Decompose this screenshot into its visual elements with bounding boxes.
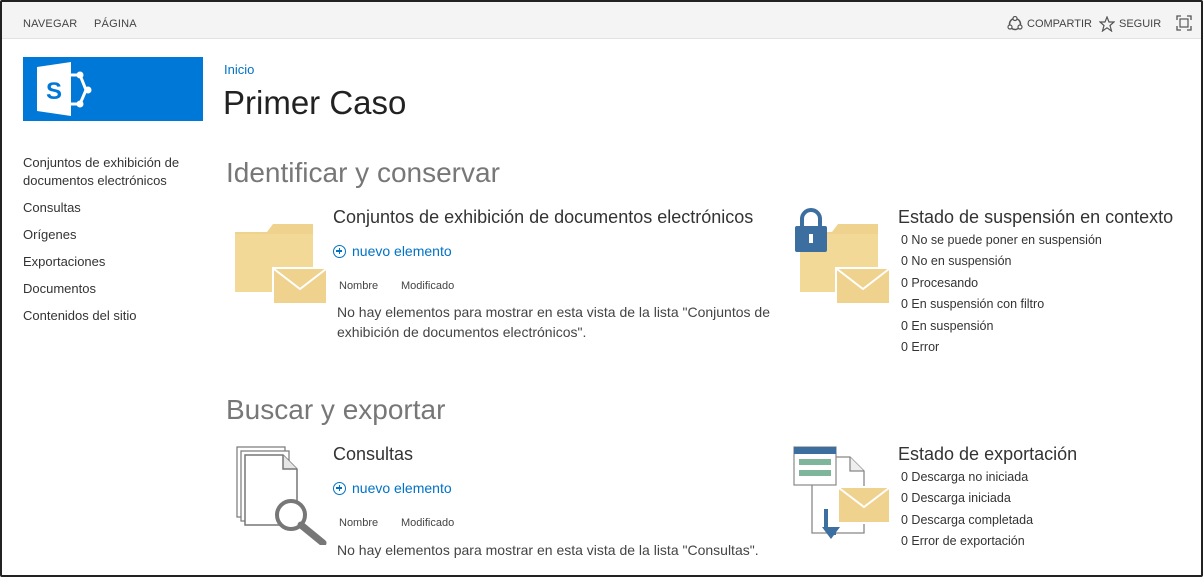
top-suite-bar: NAVEGAR PÁGINA COMPARTIR SEGUIR [2,2,1201,39]
star-icon [1099,16,1115,32]
nav-item-contenidos[interactable]: Contenidos del sitio [23,307,203,325]
status-row: 0 Error de exportación [901,534,1025,549]
status-row: 0 Descarga completada [901,512,1034,527]
new-item-link-consultas[interactable]: nuevo elemento [333,480,452,496]
status-row: 0 Descarga no iniciada [901,470,1029,484]
section-title-identify: Identificar y conservar [226,157,500,188]
nav-item-conjuntos[interactable]: Conjuntos de exhibición de documentos el… [23,154,203,190]
share-icon [1007,16,1023,31]
empty-list-message: No hay elementos para mostrar en esta vi… [337,542,759,558]
status-row: 0 Error [901,339,940,354]
status-row: 0 No se puede poner en suspensión [901,233,1102,247]
column-header-name[interactable]: Nombre [339,280,378,292]
status-row: 0 En suspensión [901,318,994,333]
nav-item-consultas[interactable]: Consultas [23,199,203,217]
column-header-name[interactable]: Nombre [339,517,378,529]
quick-launch-nav: Conjuntos de exhibición de documentos el… [23,154,203,334]
column-header-modified[interactable]: Modificado [401,280,454,292]
new-item-link-conjuntos[interactable]: nuevo elemento [333,243,452,259]
follow-label: SEGUIR [1119,18,1162,30]
column-header-modified[interactable]: Modificado [401,517,454,529]
status-row: 0 Procesando [901,275,979,290]
breadcrumb-home-link[interactable]: Inicio [224,62,254,77]
share-label: COMPARTIR [1027,18,1092,30]
status-row: 0 Descarga iniciada [901,491,1011,506]
webpart-title-export-status: Estado de exportación [898,444,1078,464]
nav-item-origenes[interactable]: Orígenes [23,226,203,244]
folder-mail-icon [235,224,328,305]
sharepoint-logo-icon: S [37,62,92,116]
add-circle-icon [333,244,346,258]
hold-status-list: 0 No se puede poner en suspensión 0 No e… [901,230,1102,358]
nav-browse-tab[interactable]: NAVEGAR [23,18,77,30]
add-circle-icon [333,481,346,495]
follow-button[interactable]: SEGUIR [1099,16,1161,32]
new-item-label: nuevo elemento [352,243,452,259]
page-title: Primer Caso [223,84,407,121]
export-status-icon [793,446,891,539]
export-status-list: 0 Descarga no iniciada 0 Descarga inicia… [901,467,1033,553]
svg-text:S: S [46,78,62,105]
lock-folder-mail-icon [795,208,891,305]
webpart-title-hold-status: Estado de suspensión en contexto [898,207,1174,227]
site-logo[interactable]: S [23,57,203,121]
nav-item-documentos[interactable]: Documentos [23,280,203,298]
documents-search-icon [236,446,327,545]
webpart-title-consultas[interactable]: Consultas [333,444,413,465]
nav-page-tab[interactable]: PÁGINA [94,18,137,30]
nav-item-exportaciones[interactable]: Exportaciones [23,253,203,271]
section-title-search: Buscar y exportar [226,394,446,425]
window: NAVEGAR PÁGINA COMPARTIR SEGUIR S Inicio… [0,0,1203,577]
focus-content-icon[interactable] [1176,15,1192,31]
empty-list-message: No hay elementos para mostrar en esta vi… [337,304,770,340]
status-row: 0 No en suspensión [901,254,1012,269]
share-button[interactable]: COMPARTIR [1007,16,1092,32]
status-row: 0 En suspensión con filtro [901,297,1045,312]
webpart-title-conjuntos[interactable]: Conjuntos de exhibición de documentos el… [333,207,753,228]
new-item-label: nuevo elemento [352,480,452,496]
